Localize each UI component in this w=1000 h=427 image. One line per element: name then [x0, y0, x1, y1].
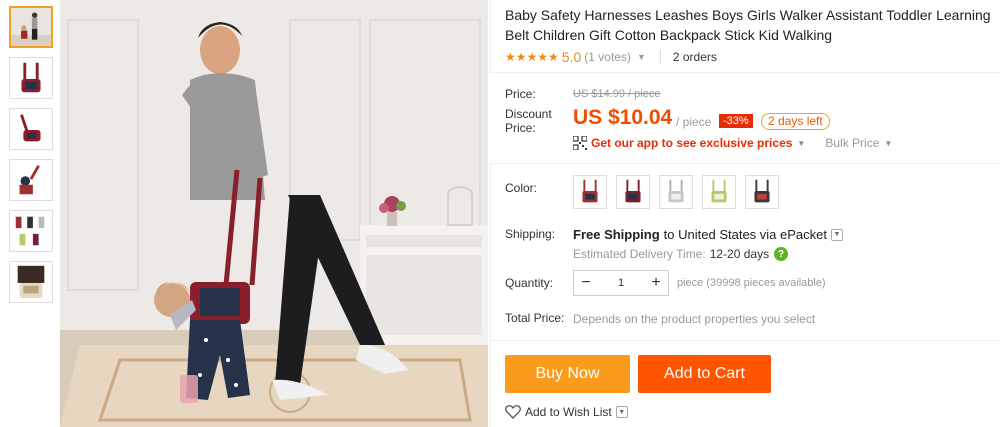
shipping-dropdown-icon[interactable]: ▼ [830, 228, 843, 241]
discount-badge: -33% [719, 114, 753, 128]
color-swatch-green[interactable] [702, 175, 736, 209]
discount-price-label: Discount Price: [505, 107, 552, 135]
buy-now-button[interactable]: Buy Now [505, 355, 630, 393]
wishlist-row[interactable]: Add to Wish List ▼ [505, 405, 628, 419]
current-price: US $10.04 [573, 106, 673, 129]
price-unit: / piece [676, 115, 712, 129]
qr-code-icon [572, 135, 588, 151]
heart-icon[interactable] [505, 405, 521, 419]
thumbnail-list [9, 6, 53, 312]
add-to-cart-button[interactable]: Add to Cart [638, 355, 771, 393]
thumbnail-5[interactable] [9, 210, 53, 252]
color-swatch-black[interactable] [745, 175, 779, 209]
divider [490, 72, 1000, 73]
wishlist-dropdown-icon[interactable]: ▼ [615, 406, 628, 418]
app-promo-row: Get our app to see exclusive prices ▼ Bu… [572, 135, 892, 151]
delivery-label: Estimated Delivery Time: [573, 247, 706, 261]
thumbnail-2[interactable] [9, 57, 53, 99]
free-shipping-text: Free Shipping [573, 227, 660, 242]
caret-down-icon[interactable]: ▼ [884, 139, 892, 148]
color-swatches [573, 175, 788, 209]
total-price-label: Total Price: [505, 311, 565, 325]
order-count: 2 orders [672, 50, 717, 64]
rating-score: 5.0 [561, 49, 582, 65]
delivery-value: 12-20 days [709, 247, 770, 261]
divider [490, 340, 1000, 341]
shipping-label: Shipping: [505, 227, 556, 241]
thumbnail-4[interactable] [9, 159, 53, 201]
total-price-note: Depends on the product properties you se… [573, 312, 816, 326]
color-swatch-burgundy[interactable] [616, 175, 650, 209]
help-icon[interactable]: ? [774, 247, 789, 261]
quantity-increase-button[interactable]: + [644, 271, 668, 295]
product-title: Baby Safety Harnesses Leashes Boys Girls… [505, 7, 991, 43]
shipping-info: Free Shipping to United States via ePack… [573, 227, 843, 242]
color-label: Color: [505, 181, 538, 195]
delivery-estimate: Estimated Delivery Time: 12-20 days ? [573, 247, 789, 261]
quantity-decrease-button[interactable]: − [574, 271, 598, 295]
rating-stars-icon: ★★★★★ [505, 50, 559, 64]
rating-separator [659, 50, 661, 64]
quantity-available: piece (39998 pieces available) [677, 277, 826, 289]
rating-row: ★★★★★ 5.0 (1 votes) ▼ 2 orders [505, 48, 717, 66]
quantity-label: Quantity: [505, 276, 554, 290]
bulk-price-link[interactable]: Bulk Price [825, 136, 879, 150]
price-label: Price: [505, 87, 536, 101]
product-photo [60, 0, 488, 427]
panel-divider [490, 0, 491, 427]
divider [490, 163, 1000, 164]
thumbnail-6[interactable] [9, 261, 53, 303]
shipping-destination: to United States via ePacket [663, 227, 827, 242]
chevron-down-icon[interactable]: ▼ [637, 52, 646, 62]
price-section: Price: US $14.99 / piece Discount Price:… [490, 74, 1000, 164]
original-price: US $14.99 / piece [573, 88, 661, 100]
color-swatch-gray[interactable] [659, 175, 693, 209]
color-swatch-red[interactable] [573, 175, 607, 209]
main-product-image [60, 0, 488, 427]
thumbnail-1[interactable] [9, 6, 53, 48]
quantity-input[interactable] [598, 271, 644, 295]
thumbnail-3[interactable] [9, 108, 53, 150]
quantity-stepper: − + [573, 270, 669, 296]
caret-down-icon[interactable]: ▼ [797, 139, 805, 148]
days-left-badge: 2 days left [761, 113, 830, 130]
rating-votes[interactable]: (1 votes) [584, 50, 631, 64]
wishlist-link[interactable]: Add to Wish List [525, 405, 612, 419]
app-promo-link[interactable]: Get our app to see exclusive prices [591, 136, 792, 150]
